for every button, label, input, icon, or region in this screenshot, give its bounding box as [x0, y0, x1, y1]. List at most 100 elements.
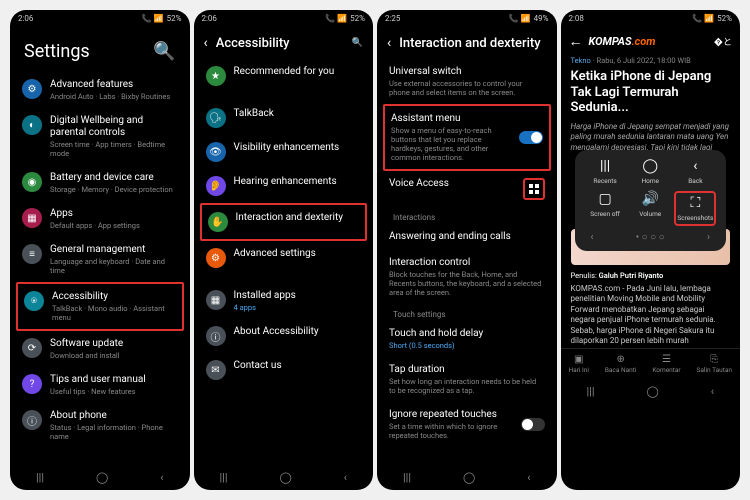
article-body: KOMPAS.com - Pada Juni lalu, lembaga pen…: [561, 282, 741, 348]
status-bar: 2:06 📞 📶 52%: [194, 10, 374, 27]
item-voice-access[interactable]: Voice Access: [383, 171, 551, 207]
gear-icon: ⚙: [206, 248, 226, 268]
popup-recents[interactable]: |||Recents: [584, 158, 626, 185]
share-icon[interactable]: �と: [714, 35, 732, 48]
ear-icon: 👂: [206, 176, 226, 196]
nav-home[interactable]: ◯: [646, 385, 658, 398]
wellbeing-icon: ◐: [22, 115, 42, 135]
item-interaction-dexterity[interactable]: ✋Interaction and dexterity: [200, 203, 368, 241]
item-talkback[interactable]: 🗣TalkBack: [200, 101, 368, 135]
status-bar: 2:08 📞 📶 52%: [561, 10, 741, 27]
popup-dots: • ○ ○ ○: [636, 232, 665, 243]
search-icon[interactable]: 🔍: [153, 41, 175, 62]
popup-next[interactable]: ›: [707, 232, 710, 243]
chat-icon: ✉: [206, 360, 226, 380]
apps-icon: ▦: [206, 290, 226, 310]
article-header: ← KOMPAS.com �と: [561, 27, 741, 56]
assistant-menu-toggle[interactable]: [519, 131, 543, 144]
item-about-phone[interactable]: ⓘAbout phoneStatus · Legal information ·…: [16, 403, 184, 448]
clock: 2:06: [18, 14, 33, 23]
general-icon: ≡: [22, 244, 42, 264]
info-icon: ⓘ: [206, 326, 226, 346]
item-answering-calls[interactable]: Answering and ending calls: [383, 224, 551, 250]
nav-bar: ||| ◯ ‹: [10, 465, 190, 490]
nav-recents[interactable]: |||: [586, 385, 594, 398]
nav-home[interactable]: ◯: [279, 471, 291, 484]
item-touch-hold-delay[interactable]: Touch and hold delayShort (0.5 seconds): [383, 321, 551, 357]
screen-accessibility: 2:06 📞 📶 52% ‹ Accessibility 🔍 ★Recommen…: [194, 10, 374, 490]
item-ignore-repeated[interactable]: Ignore repeated touchesSet a time within…: [383, 402, 551, 447]
item-universal-switch[interactable]: Universal switchUse external accessories…: [383, 59, 551, 104]
tab-komentar[interactable]: ☰Komentar: [652, 354, 680, 374]
screen-article: 2:08 📞 📶 52% ← KOMPAS.com �と Tekno · Rab…: [561, 10, 741, 490]
nav-bar: ||| ◯ ‹: [561, 379, 741, 404]
item-installed-apps[interactable]: ▦Installed apps4 apps: [200, 283, 368, 319]
item-interaction-control[interactable]: Interaction controlBlock touches for the…: [383, 250, 551, 304]
popup-home[interactable]: ◯Home: [629, 158, 671, 185]
tab-hari-ini[interactable]: ▣Hari Ini: [568, 354, 589, 374]
item-tap-duration[interactable]: Tap durationSet how long an interaction …: [383, 357, 551, 402]
section-touch: Touch settings: [383, 304, 551, 321]
item-general[interactable]: ≡General managementLanguage and keyboard…: [16, 237, 184, 282]
item-assistant-menu[interactable]: Assistant menuShow a menu of easy-to-rea…: [383, 104, 551, 171]
nav-home[interactable]: ◯: [463, 471, 475, 484]
battery-icon: ◉: [22, 172, 42, 192]
item-digital-wellbeing[interactable]: ◐Digital Wellbeing and parental controls…: [16, 108, 184, 165]
item-hearing[interactable]: 👂Hearing enhancements: [200, 169, 368, 203]
nav-recents[interactable]: |||: [36, 471, 44, 484]
tab-baca-nanti[interactable]: ⊕Baca Nanti: [605, 354, 637, 374]
item-tips[interactable]: ?Tips and user manualUseful tips · New f…: [16, 367, 184, 403]
popup-pager: ‹ • ○ ○ ○ ›: [583, 232, 719, 243]
search-icon[interactable]: 🔍: [352, 38, 363, 48]
assistant-menu-popup[interactable]: |||Recents ◯Home ‹Back ▢Screen off 🔊Volu…: [575, 150, 727, 251]
about-icon: ⓘ: [22, 410, 42, 430]
tab-salin-tautan[interactable]: ⎘Salin Tautan: [697, 354, 733, 374]
screen-settings: 2:06 📞 📶 52% Settings 🔍 ⚙Advanced featur…: [10, 10, 190, 490]
assistant-floating-button[interactable]: [523, 178, 545, 200]
eye-icon: 👁: [206, 142, 226, 162]
popup-screenshots[interactable]: ⛶Screenshots: [674, 191, 716, 226]
popup-screen-off[interactable]: ▢Screen off: [584, 191, 626, 226]
popup-prev[interactable]: ‹: [591, 232, 594, 243]
item-about-accessibility[interactable]: ⓘAbout Accessibility: [200, 319, 368, 353]
talkback-icon: 🗣: [206, 108, 226, 128]
nav-home[interactable]: ◯: [96, 471, 108, 484]
back-icon[interactable]: ‹: [387, 35, 391, 51]
accessibility-icon: ⍟: [24, 291, 44, 311]
section-interactions: Interactions: [383, 207, 551, 224]
interaction-list: Universal switchUse external accessories…: [377, 59, 557, 465]
item-accessibility[interactable]: ⍟AccessibilityTalkBack · Mono audio · As…: [16, 282, 184, 331]
item-contact-us[interactable]: ✉Contact us: [200, 353, 368, 387]
ignore-touches-toggle[interactable]: [521, 418, 545, 431]
popup-volume[interactable]: 🔊Volume: [629, 191, 671, 226]
item-visibility[interactable]: 👁Visibility enhancements: [200, 135, 368, 169]
apps-icon: ▦: [22, 208, 42, 228]
hand-icon: ✋: [208, 212, 228, 232]
item-apps[interactable]: ▦AppsDefault apps · App settings: [16, 201, 184, 237]
page-title: Settings: [24, 41, 90, 62]
item-advanced-settings[interactable]: ⚙Advanced settings: [200, 241, 368, 275]
article-meta: Tekno · Rabu, 6 Juli 2022, 18:00 WIB: [561, 56, 741, 65]
nav-recents[interactable]: |||: [403, 471, 411, 484]
clock: 2:06: [202, 14, 217, 23]
status-right: 📞 📶 52%: [142, 14, 182, 23]
update-icon: ⟳: [22, 338, 42, 358]
status-bar: 2:06 📞 📶 52%: [10, 10, 190, 27]
back-icon[interactable]: ←: [569, 33, 583, 50]
bottom-tabs: ▣Hari Ini ⊕Baca Nanti ☰Komentar ⎘Salin T…: [561, 348, 741, 379]
nav-back[interactable]: ‹: [711, 385, 714, 398]
item-software-update[interactable]: ⟳Software updateDownload and install: [16, 331, 184, 367]
kompas-logo[interactable]: KOMPAS.com: [589, 35, 656, 48]
nav-back[interactable]: ‹: [160, 471, 163, 484]
tips-icon: ?: [22, 374, 42, 394]
accessibility-list: ★Recommended for you 🗣TalkBack 👁Visibili…: [194, 59, 374, 465]
popup-back[interactable]: ‹Back: [674, 158, 716, 185]
back-icon[interactable]: ‹: [204, 35, 208, 51]
nav-back[interactable]: ‹: [527, 471, 530, 484]
item-battery[interactable]: ◉Battery and device careStorage · Memory…: [16, 165, 184, 201]
item-recommended[interactable]: ★Recommended for you: [200, 59, 368, 93]
nav-recents[interactable]: |||: [219, 471, 227, 484]
article-author: Penulis: Galuh Putri Riyanto: [561, 269, 741, 282]
nav-back[interactable]: ‹: [344, 471, 347, 484]
item-advanced-features[interactable]: ⚙Advanced featuresAndroid Auto · Labs · …: [16, 72, 184, 108]
